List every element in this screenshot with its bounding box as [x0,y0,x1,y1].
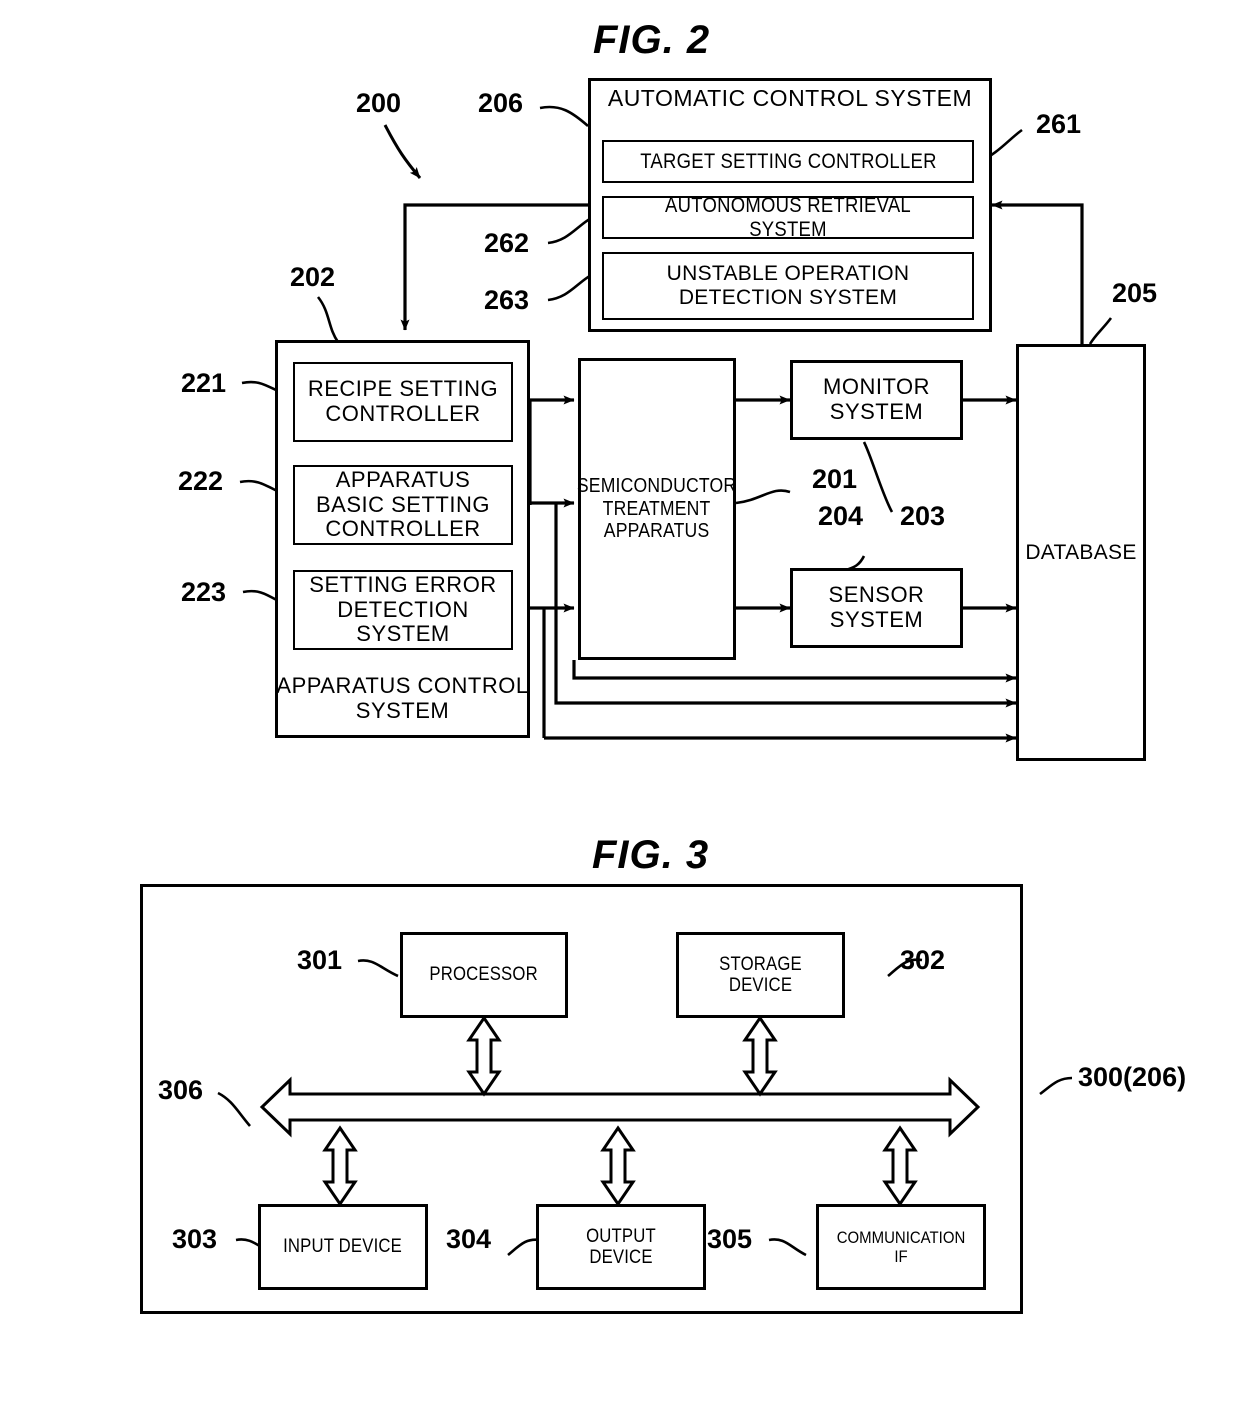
processor-box[interactable]: PROCESSOR [400,932,568,1018]
ref-303: 303 [172,1224,218,1254]
fig3-connectors [217,958,1073,1257]
processor-label: PROCESSOR [429,964,539,986]
output-device-label: OUTPUT DEVICE [586,1225,656,1268]
ref-302: 302 [900,945,946,975]
input-device-box[interactable]: INPUT DEVICE [258,1204,428,1290]
ref-306: 306 [158,1075,204,1105]
communication-if-label: COMMUNICATION IF [836,1227,966,1266]
ref-300: 300(206) [1078,1062,1187,1092]
storage-device-label: STORAGE DEVICE [719,953,802,996]
ref-304: 304 [446,1224,492,1254]
input-device-label: INPUT DEVICE [283,1236,403,1258]
output-device-box[interactable]: OUTPUT DEVICE [536,1204,706,1290]
ref-305: 305 [707,1224,753,1254]
ref-301: 301 [297,945,343,975]
figure-sheet: FIG. 2 AUTOMATIC CONTROL SYSTEM TARGET S… [0,0,1240,1408]
storage-device-box[interactable]: STORAGE DEVICE [676,932,845,1018]
system-bus [259,1076,981,1138]
communication-if-box[interactable]: COMMUNICATION IF [816,1204,986,1290]
